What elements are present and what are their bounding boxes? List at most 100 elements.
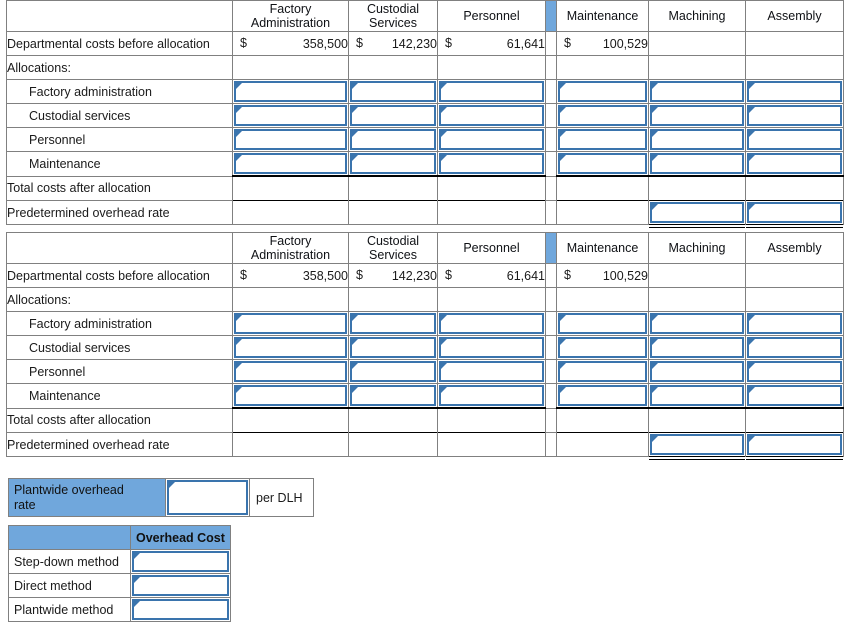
input-field[interactable] <box>439 81 544 102</box>
input-factory-admin[interactable] <box>232 79 349 104</box>
input-custodial[interactable] <box>348 79 438 104</box>
input-field[interactable] <box>439 385 544 406</box>
input-maintenance[interactable] <box>556 311 649 336</box>
input-personnel[interactable] <box>437 79 546 104</box>
input-machining[interactable] <box>648 359 746 384</box>
input-factory-admin[interactable] <box>232 103 349 128</box>
input-field[interactable] <box>132 575 229 596</box>
input-assembly[interactable] <box>745 79 844 104</box>
input-field[interactable] <box>234 129 347 150</box>
input-field[interactable] <box>747 434 842 455</box>
input-field[interactable] <box>350 337 436 358</box>
input-factory-admin[interactable] <box>232 311 349 336</box>
input-field[interactable] <box>132 599 229 620</box>
input-field[interactable] <box>650 153 744 174</box>
input-field[interactable] <box>650 337 744 358</box>
input-maintenance[interactable] <box>556 127 649 152</box>
input-machining[interactable] <box>648 311 746 336</box>
input-field[interactable] <box>650 434 744 455</box>
input-rate-assembly[interactable] <box>745 432 844 461</box>
input-custodial[interactable] <box>348 359 438 384</box>
input-maintenance[interactable] <box>556 335 649 360</box>
input-assembly[interactable] <box>745 151 844 177</box>
input-assembly[interactable] <box>745 103 844 128</box>
input-field[interactable] <box>558 385 647 406</box>
input-field[interactable] <box>747 153 842 174</box>
input-machining[interactable] <box>648 103 746 128</box>
input-field[interactable] <box>439 153 544 174</box>
input-field[interactable] <box>558 105 647 126</box>
input-maintenance[interactable] <box>556 359 649 384</box>
input-custodial[interactable] <box>348 151 438 177</box>
input-custodial[interactable] <box>348 127 438 152</box>
input-machining[interactable] <box>648 383 746 409</box>
input-field[interactable] <box>234 337 347 358</box>
input-maintenance[interactable] <box>556 151 649 177</box>
input-field[interactable] <box>439 105 544 126</box>
input-field[interactable] <box>650 385 744 406</box>
input-personnel[interactable] <box>437 151 546 177</box>
input-field[interactable] <box>350 153 436 174</box>
input-field[interactable] <box>167 480 248 515</box>
input-custodial[interactable] <box>348 335 438 360</box>
input-assembly[interactable] <box>745 127 844 152</box>
plantwide-rate-input[interactable] <box>165 478 250 517</box>
input-field[interactable] <box>350 361 436 382</box>
input-rate-assembly[interactable] <box>745 200 844 229</box>
input-field[interactable] <box>558 129 647 150</box>
input-factory-admin[interactable] <box>232 151 349 177</box>
input-field[interactable] <box>650 313 744 334</box>
input-field[interactable] <box>439 337 544 358</box>
input-factory-admin[interactable] <box>232 127 349 152</box>
input-plantwide-overhead-cost[interactable] <box>130 597 231 622</box>
input-step-down-overhead-cost[interactable] <box>130 549 231 574</box>
input-personnel[interactable] <box>437 335 546 360</box>
input-custodial[interactable] <box>348 311 438 336</box>
input-personnel[interactable] <box>437 311 546 336</box>
input-field[interactable] <box>747 129 842 150</box>
input-field[interactable] <box>439 313 544 334</box>
input-field[interactable] <box>558 313 647 334</box>
input-field[interactable] <box>439 361 544 382</box>
input-machining[interactable] <box>648 127 746 152</box>
input-field[interactable] <box>350 129 436 150</box>
input-maintenance[interactable] <box>556 79 649 104</box>
input-factory-admin[interactable] <box>232 359 349 384</box>
input-machining[interactable] <box>648 79 746 104</box>
input-field[interactable] <box>747 313 842 334</box>
input-rate-machining[interactable] <box>648 432 746 461</box>
input-field[interactable] <box>747 385 842 406</box>
input-field[interactable] <box>234 361 347 382</box>
input-field[interactable] <box>650 81 744 102</box>
input-maintenance[interactable] <box>556 103 649 128</box>
input-field[interactable] <box>350 313 436 334</box>
input-direct-overhead-cost[interactable] <box>130 573 231 598</box>
input-field[interactable] <box>350 385 436 406</box>
input-assembly[interactable] <box>745 359 844 384</box>
input-maintenance[interactable] <box>556 383 649 409</box>
input-custodial[interactable] <box>348 103 438 128</box>
input-field[interactable] <box>650 129 744 150</box>
input-machining[interactable] <box>648 151 746 177</box>
input-field[interactable] <box>132 551 229 572</box>
input-field[interactable] <box>558 81 647 102</box>
input-personnel[interactable] <box>437 103 546 128</box>
input-factory-admin[interactable] <box>232 335 349 360</box>
input-assembly[interactable] <box>745 335 844 360</box>
input-factory-admin[interactable] <box>232 383 349 409</box>
input-field[interactable] <box>234 105 347 126</box>
input-personnel[interactable] <box>437 359 546 384</box>
input-field[interactable] <box>558 153 647 174</box>
input-field[interactable] <box>747 361 842 382</box>
input-personnel[interactable] <box>437 127 546 152</box>
input-field[interactable] <box>558 337 647 358</box>
input-field[interactable] <box>747 337 842 358</box>
input-field[interactable] <box>747 81 842 102</box>
input-machining[interactable] <box>648 335 746 360</box>
input-field[interactable] <box>439 129 544 150</box>
input-field[interactable] <box>234 153 347 174</box>
input-assembly[interactable] <box>745 383 844 409</box>
input-field[interactable] <box>234 313 347 334</box>
input-field[interactable] <box>350 105 436 126</box>
input-field[interactable] <box>747 202 842 223</box>
